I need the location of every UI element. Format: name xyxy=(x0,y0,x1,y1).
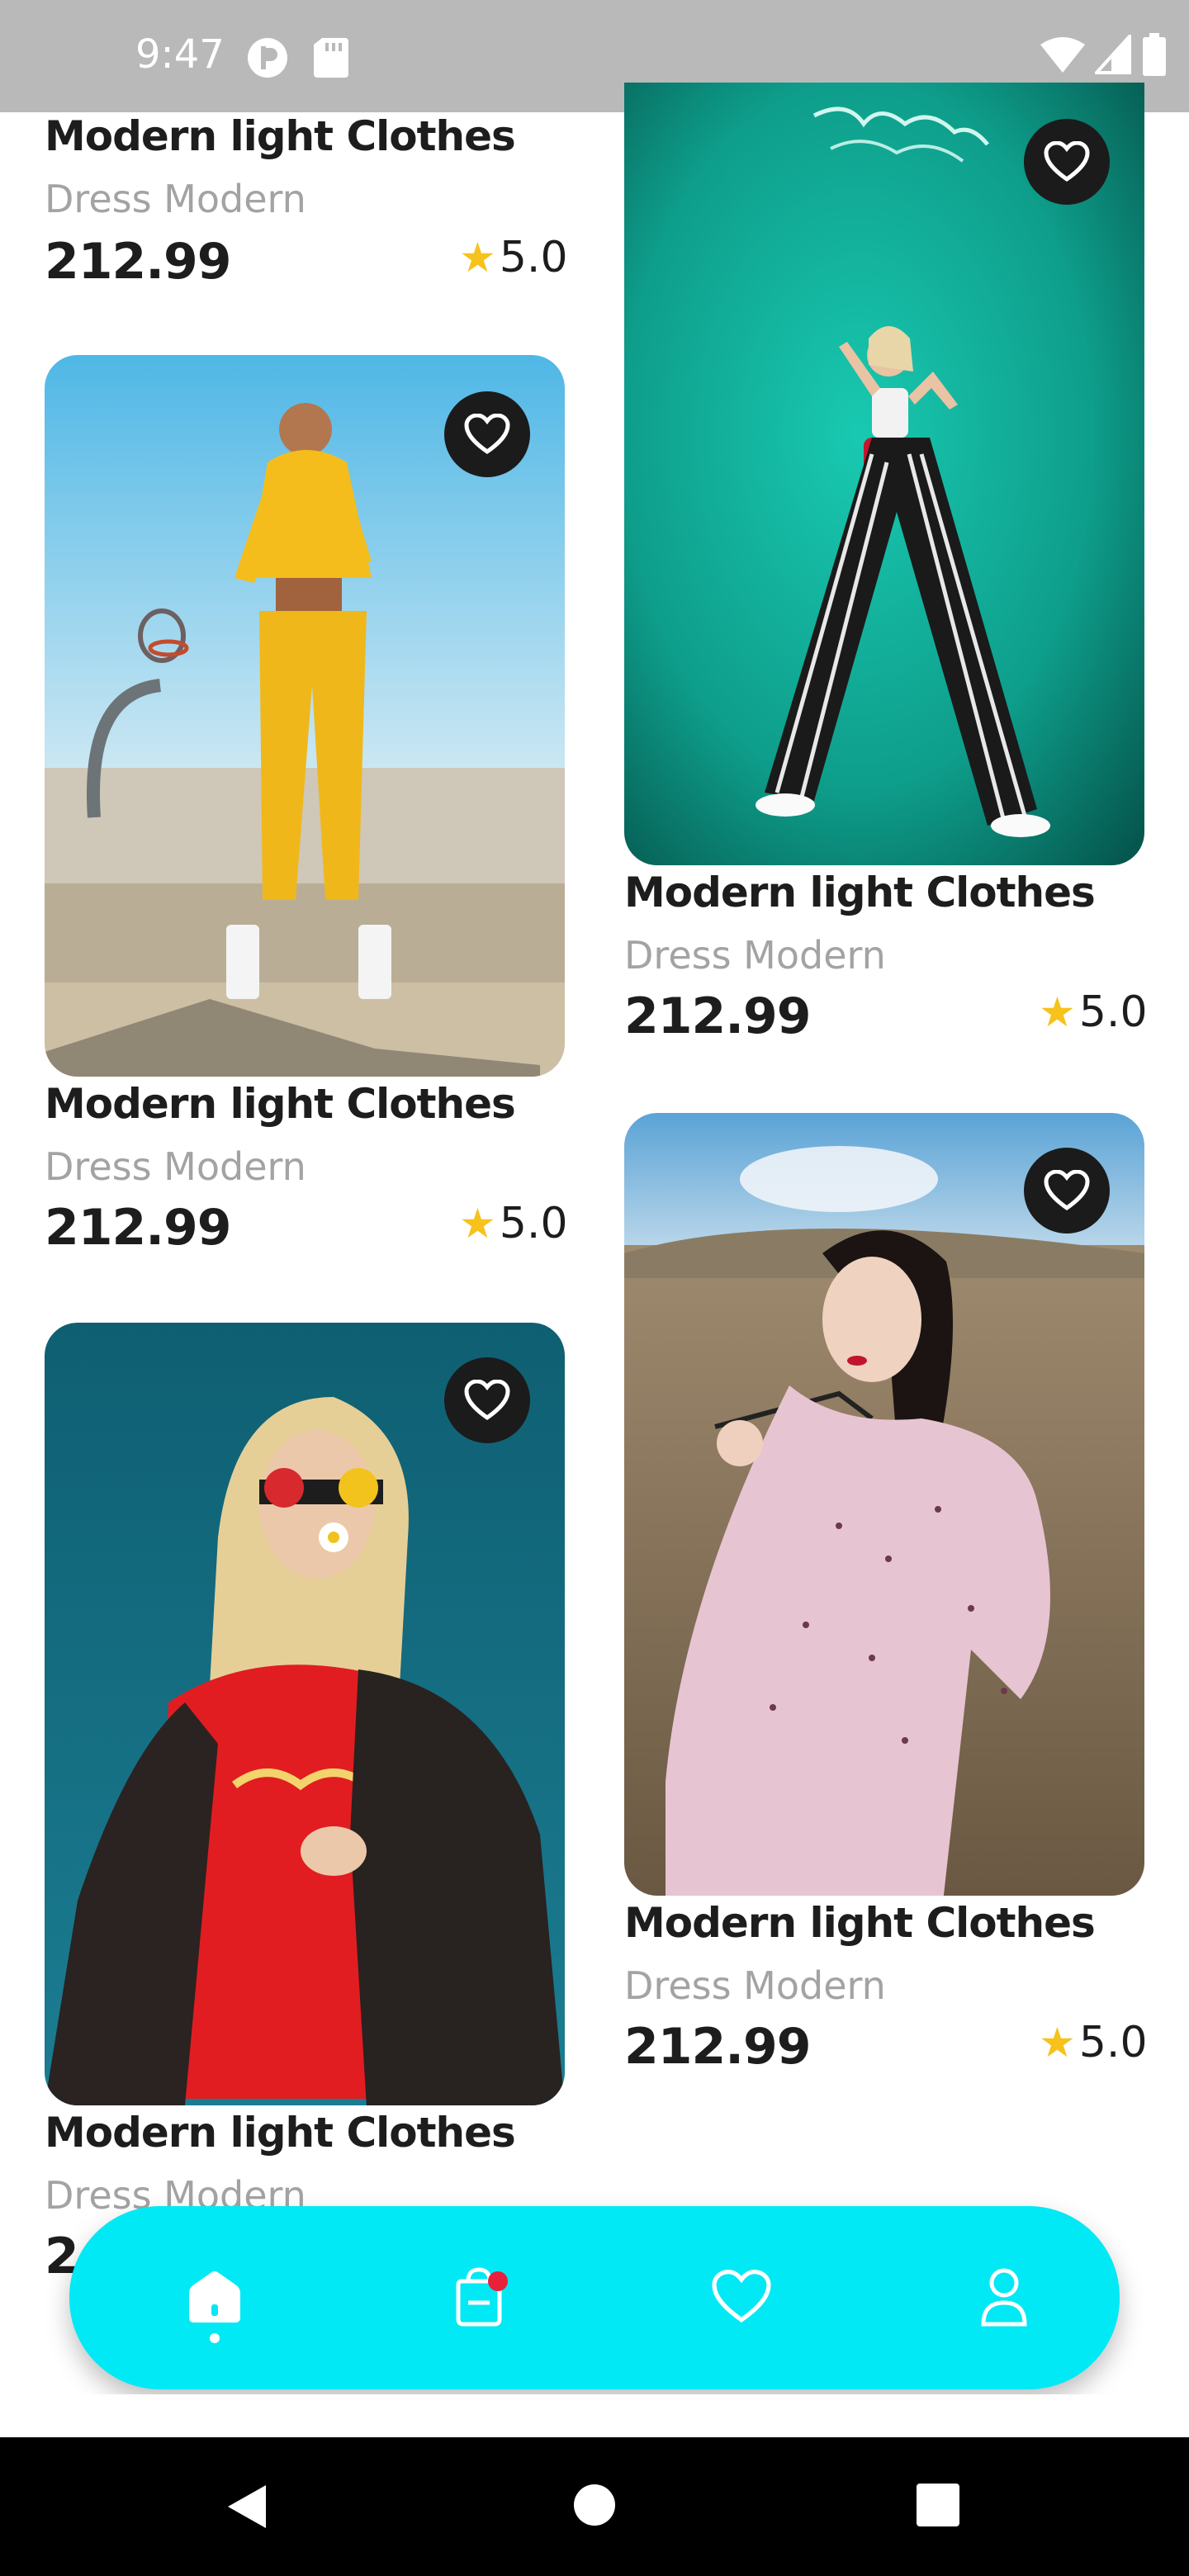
heart-icon xyxy=(464,414,510,455)
content-bottom xyxy=(0,2394,1189,2437)
home-circle-icon[interactable] xyxy=(573,2484,616,2526)
profile-icon xyxy=(981,2268,1027,2327)
rating-value: 5.0 xyxy=(1078,2018,1148,2067)
product-rating: ★ 5.0 xyxy=(459,233,568,282)
rating-value: 5.0 xyxy=(1078,987,1148,1037)
back-icon[interactable] xyxy=(225,2482,271,2531)
sd-card-icon xyxy=(314,38,348,78)
product-rating: ★ 5.0 xyxy=(459,1199,568,1248)
product-price: 212.99 xyxy=(45,233,232,291)
product-subtitle: Dress Modern xyxy=(624,933,886,978)
favorite-button[interactable] xyxy=(444,1357,530,1443)
product-price: 212.99 xyxy=(624,987,812,1045)
recents-icon[interactable] xyxy=(917,2484,959,2526)
media-icon xyxy=(248,38,287,78)
heart-icon xyxy=(1044,1170,1090,1211)
heart-icon xyxy=(1044,141,1090,182)
product-title: Modern light Clothes xyxy=(45,2109,516,2157)
wifi-icon xyxy=(1040,37,1085,73)
home-icon xyxy=(189,2271,240,2323)
rating-value: 5.0 xyxy=(499,1199,568,1248)
system-nav-bar xyxy=(0,2437,1189,2576)
product-title: Modern light Clothes xyxy=(624,869,1096,916)
product-price: 212.99 xyxy=(624,2018,812,2076)
nav-home[interactable] xyxy=(159,2241,271,2353)
product-subtitle: Dress Modern xyxy=(45,177,306,221)
nav-profile[interactable] xyxy=(948,2241,1060,2353)
product-rating: ★ 5.0 xyxy=(1039,2018,1148,2067)
active-indicator xyxy=(210,2333,220,2343)
nav-favorites[interactable] xyxy=(685,2241,798,2353)
favorite-button[interactable] xyxy=(1024,119,1110,205)
product-rating: ★ 5.0 xyxy=(1039,987,1148,1037)
product-title: Modern light Clothes xyxy=(45,1080,516,1128)
status-time: 9:47 xyxy=(135,31,225,78)
bag-icon xyxy=(456,2267,508,2327)
favorite-button[interactable] xyxy=(444,391,530,477)
nav-cart[interactable] xyxy=(423,2241,535,2353)
product-subtitle: Dress Modern xyxy=(624,1963,886,2008)
heart-icon xyxy=(464,1380,510,1421)
heart-icon xyxy=(712,2270,771,2323)
star-icon: ★ xyxy=(459,234,496,282)
product-subtitle: Dress Modern xyxy=(45,1144,306,1189)
favorite-button[interactable] xyxy=(1024,1148,1110,1234)
bottom-nav xyxy=(69,2206,1120,2389)
star-icon: ★ xyxy=(1039,2019,1076,2067)
star-icon: ★ xyxy=(459,1200,496,1248)
product-title: Modern light Clothes xyxy=(624,1899,1096,1947)
product-price: 212.99 xyxy=(45,1199,232,1257)
product-title: Modern light Clothes xyxy=(45,112,516,160)
battery-icon xyxy=(1143,33,1166,76)
rating-value: 5.0 xyxy=(499,233,568,282)
signal-icon xyxy=(1095,35,1131,74)
star-icon: ★ xyxy=(1039,988,1076,1036)
